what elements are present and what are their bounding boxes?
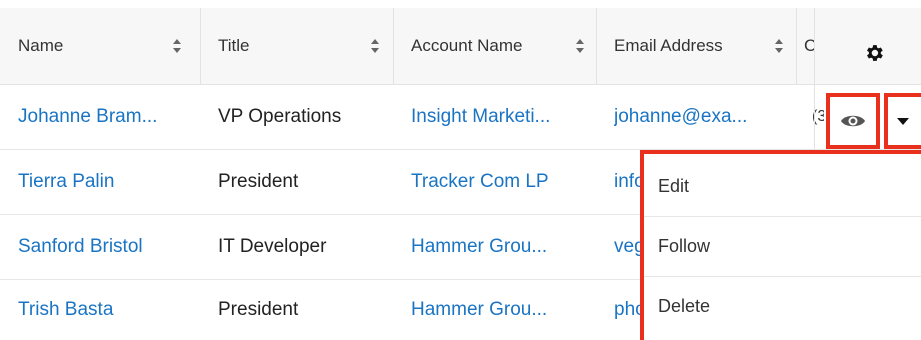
- column-divider: [596, 8, 597, 84]
- account-name-link[interactable]: Hammer Grou...: [411, 215, 591, 279]
- contacts-list-view: Name Title Account Name Email Address C …: [0, 0, 921, 340]
- column-header-account-name[interactable]: Account Name: [411, 8, 581, 84]
- menu-divider: [644, 216, 921, 217]
- account-name-link[interactable]: Insight Marketi...: [411, 85, 591, 149]
- highlight-box: [826, 93, 880, 149]
- gear-icon[interactable]: [863, 42, 885, 64]
- sort-icon[interactable]: [774, 38, 784, 54]
- contact-title: VP Operations: [218, 106, 342, 127]
- highlight-box: [884, 93, 921, 149]
- contact-title: President: [218, 299, 299, 320]
- email-link[interactable]: johanne@exa...: [614, 85, 794, 149]
- column-divider: [393, 8, 394, 84]
- column-divider: [796, 8, 797, 84]
- column-header-truncated[interactable]: C: [804, 8, 814, 84]
- sort-icon[interactable]: [575, 38, 585, 54]
- menu-item-follow[interactable]: Follow: [658, 236, 710, 257]
- contact-name-link[interactable]: Johanne Bram...: [18, 85, 196, 149]
- table-header: Name Title Account Name Email Address C: [0, 8, 921, 85]
- column-divider: [200, 8, 201, 84]
- account-name-link[interactable]: Hammer Grou...: [411, 280, 591, 340]
- menu-item-edit[interactable]: Edit: [658, 176, 689, 197]
- contact-title: President: [218, 171, 299, 192]
- column-header-title[interactable]: Title: [218, 8, 388, 84]
- sort-icon[interactable]: [370, 38, 380, 54]
- column-header-email-address[interactable]: Email Address: [614, 8, 784, 84]
- sort-icon[interactable]: [172, 38, 182, 54]
- menu-divider: [644, 276, 921, 277]
- contact-name-link[interactable]: Trish Basta: [18, 280, 196, 340]
- table-row: Johanne Bram... VP Operations Insight Ma…: [0, 85, 921, 150]
- menu-item-delete[interactable]: Delete: [658, 296, 710, 317]
- column-header-name[interactable]: Name: [18, 8, 198, 84]
- contact-name-link[interactable]: Tierra Palin: [18, 150, 196, 214]
- contact-title: IT Developer: [218, 236, 327, 257]
- contact-name-link[interactable]: Sanford Bristol: [18, 215, 196, 279]
- row-actions-menu: Edit Follow Delete: [640, 150, 921, 340]
- account-name-link[interactable]: Tracker Com LP: [411, 150, 591, 214]
